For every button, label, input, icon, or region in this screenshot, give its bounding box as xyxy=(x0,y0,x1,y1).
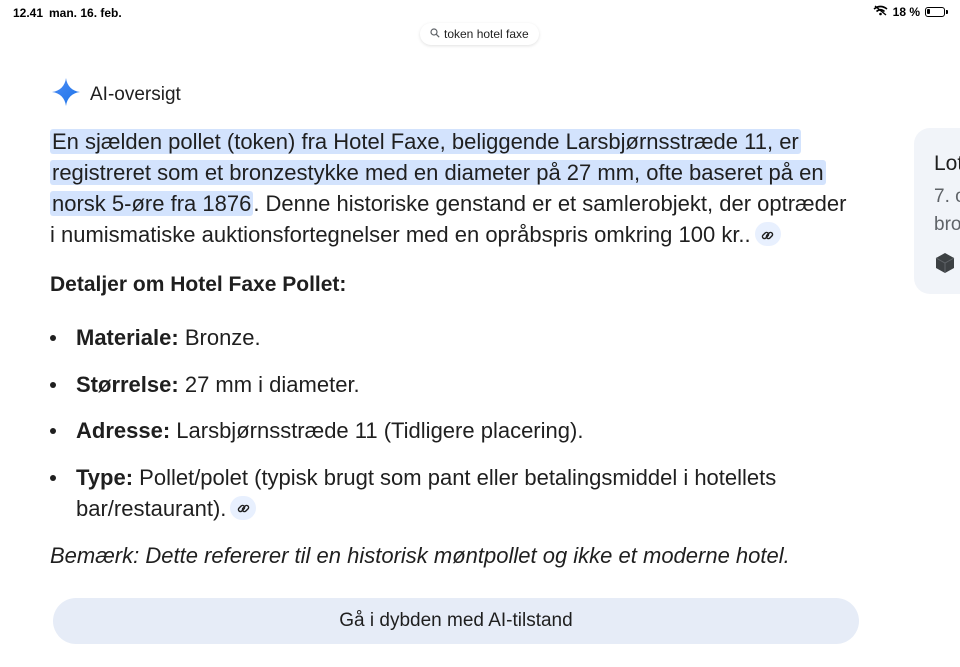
status-indicators: 18 % xyxy=(873,5,948,19)
wifi-off-icon xyxy=(873,5,888,19)
ai-overview-header: AI-oversigt xyxy=(52,78,181,111)
lead-paragraph: En sjælden pollet (token) fra Hotel Faxe… xyxy=(50,126,850,250)
ai-mode-deep-dive-button[interactable]: Gå i dybden med AI-tilstand xyxy=(53,598,859,644)
source-link-button[interactable] xyxy=(230,495,257,520)
bullet-text: Bronze. xyxy=(178,325,261,350)
link-icon xyxy=(237,492,250,523)
side-card-title: Lot xyxy=(934,152,960,175)
status-date: man. 16. feb. xyxy=(49,6,122,20)
bullet-label: Adresse: xyxy=(76,418,171,443)
bullet-label: Type: xyxy=(76,464,134,490)
sparkle-icon xyxy=(52,78,80,111)
note-text: Bemærk: Dette refererer til en historisk… xyxy=(50,543,790,568)
side-card-text: 7. o xyxy=(934,186,960,207)
details-list: Materiale: Bronze. Størrelse: 27 mm i di… xyxy=(50,322,850,539)
list-item: Materiale: Bronze. xyxy=(50,322,850,353)
bullet-text: Pollet/polet (typisk brugt som pant elle… xyxy=(76,464,777,521)
search-query-text: token hotel faxe xyxy=(444,27,529,41)
list-item: Adresse: Larsbjørnsstræde 11 (Tidligere … xyxy=(50,415,850,446)
bullet-text: 27 mm i diameter. xyxy=(178,371,360,397)
battery-percentage: 18 % xyxy=(892,5,920,19)
side-card-text: bro xyxy=(934,214,960,235)
bullet-label: Størrelse: xyxy=(76,371,179,397)
ai-overview-title: AI-oversigt xyxy=(90,83,181,105)
search-icon xyxy=(430,27,440,41)
bullet-label: Materiale: xyxy=(76,325,179,350)
link-icon xyxy=(761,219,774,250)
ai-overview-content: En sjælden pollet (token) fra Hotel Faxe… xyxy=(50,126,850,250)
list-item: Type: Pollet/polet (typisk brugt som pan… xyxy=(50,462,850,524)
battery-tip xyxy=(946,10,948,14)
battery-icon xyxy=(925,7,945,17)
side-result-card[interactable]: Lot 7. o bro xyxy=(914,128,960,294)
cube-icon xyxy=(934,252,956,279)
status-time: 12.41 xyxy=(13,6,44,20)
source-link-button[interactable] xyxy=(754,222,781,247)
search-query-pill[interactable]: token hotel faxe xyxy=(420,23,539,45)
details-heading: Detaljer om Hotel Faxe Pollet: xyxy=(50,273,347,296)
list-item: Størrelse: 27 mm i diameter. xyxy=(50,369,850,400)
bullet-text: Larsbjørnsstræde 11 (Tidligere placering… xyxy=(170,418,584,443)
